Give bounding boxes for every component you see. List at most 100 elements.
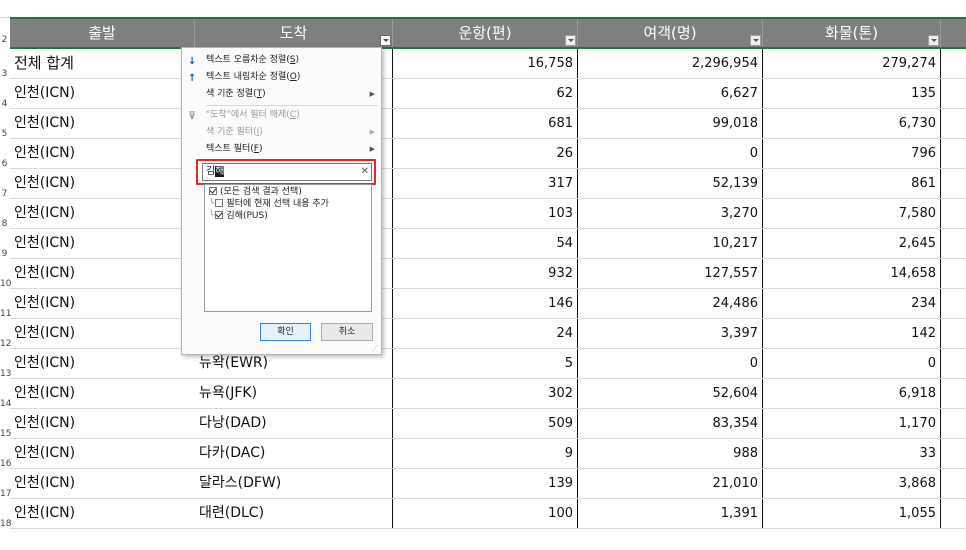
table-cell-origin[interactable]: 인천(ICN) (10, 499, 195, 528)
table-cell-flights[interactable]: 509 (393, 409, 578, 438)
table-cell-origin[interactable]: 인천(ICN) (10, 169, 195, 198)
table-cell-passengers[interactable]: 99,018 (578, 109, 763, 138)
menu-clear-filter[interactable]: ⊽ "도착"에서 필터 해제(C) (182, 107, 381, 124)
table-cell-passengers[interactable]: 988 (578, 439, 763, 468)
table-cell-cargo[interactable]: 796 (763, 139, 941, 168)
table-cell-cargo[interactable]: 1,055 (763, 499, 941, 528)
table-cell-origin[interactable]: 인천(ICN) (10, 289, 195, 318)
filter-dropdown-button-cargo[interactable] (928, 35, 939, 46)
table-cell-cargo[interactable]: 234 (763, 289, 941, 318)
header-passengers[interactable]: 여객(명) (578, 19, 763, 47)
table-cell-flights[interactable]: 932 (393, 259, 578, 288)
table-cell-cargo[interactable]: 7,580 (763, 199, 941, 228)
row-number[interactable]: 16 (0, 459, 11, 469)
table-cell-origin[interactable]: 인천(ICN) (10, 439, 195, 468)
header-destination[interactable]: 도착 (195, 19, 393, 47)
row-number[interactable]: 15 (0, 429, 11, 439)
table-cell-origin[interactable]: 인천(ICN) (10, 79, 195, 108)
filter-dropdown-button-destination[interactable] (380, 35, 391, 46)
menu-sort-by-color[interactable]: 색 기준 정렬(T) ▶ (182, 86, 381, 103)
table-cell-origin[interactable]: 인천(ICN) (10, 319, 195, 348)
table-cell-cargo[interactable]: 861 (763, 169, 941, 198)
menu-sort-ascending[interactable]: ↓ 텍스트 오름차순 정렬(S) (182, 52, 381, 69)
checkbox-unchecked-icon[interactable] (215, 199, 224, 207)
table-cell-cargo[interactable]: 2,645 (763, 229, 941, 258)
row-number[interactable]: 12 (0, 339, 11, 349)
menu-filter-by-color[interactable]: 색 기준 필터(I) ▶ (182, 124, 381, 141)
resize-grip-icon[interactable]: ⋰ (372, 344, 379, 352)
table-cell-origin[interactable]: 인천(ICN) (10, 349, 195, 378)
table-cell-origin[interactable]: 인천(ICN) (10, 109, 195, 138)
table-cell-dest[interactable]: 다카(DAC) (195, 439, 393, 468)
total-passengers[interactable]: 2,296,954 (578, 49, 763, 78)
table-cell-dest[interactable]: 달라스(DFW) (195, 469, 393, 498)
table-cell-flights[interactable]: 54 (393, 229, 578, 258)
row-number[interactable]: 18 (0, 519, 11, 529)
row-number[interactable]: 3 (0, 69, 9, 79)
table-cell-dest[interactable]: 다낭(DAD) (195, 409, 393, 438)
row-number[interactable]: 4 (0, 99, 9, 109)
table-cell-cargo[interactable]: 33 (763, 439, 941, 468)
table-cell-cargo[interactable]: 135 (763, 79, 941, 108)
row-number[interactable]: 17 (0, 489, 11, 499)
table-cell-passengers[interactable]: 1,391 (578, 499, 763, 528)
table-cell-cargo[interactable]: 142 (763, 319, 941, 348)
table-cell-passengers[interactable]: 24,486 (578, 289, 763, 318)
table-cell-flights[interactable]: 681 (393, 109, 578, 138)
table-cell-flights[interactable]: 5 (393, 349, 578, 378)
table-cell-origin[interactable]: 인천(ICN) (10, 259, 195, 288)
table-cell-passengers[interactable]: 127,557 (578, 259, 763, 288)
filter-value-list[interactable]: (모든 검색 결과 선택) └ 필터에 현재 선택 내용 추가 └ 김해(PUS) (204, 184, 372, 312)
row-number[interactable]: 10 (0, 279, 11, 289)
ok-button[interactable]: 확인 (260, 323, 311, 341)
table-cell-passengers[interactable]: 0 (578, 349, 763, 378)
table-cell-cargo[interactable]: 1,170 (763, 409, 941, 438)
table-cell-flights[interactable]: 62 (393, 79, 578, 108)
table-cell-passengers[interactable]: 52,604 (578, 379, 763, 408)
table-cell-origin[interactable]: 인천(ICN) (10, 139, 195, 168)
table-cell-flights[interactable]: 26 (393, 139, 578, 168)
table-cell-origin[interactable]: 인천(ICN) (10, 409, 195, 438)
total-cargo[interactable]: 279,274 (763, 49, 941, 78)
header-origin[interactable]: 출발 (10, 19, 195, 47)
filter-dropdown-button-flights[interactable] (565, 35, 576, 46)
row-number[interactable]: 7 (0, 189, 9, 199)
table-cell-passengers[interactable]: 21,010 (578, 469, 763, 498)
row-number[interactable]: 13 (0, 369, 11, 379)
table-cell-passengers[interactable]: 0 (578, 139, 763, 168)
table-cell-origin[interactable]: 인천(ICN) (10, 379, 195, 408)
table-cell-flights[interactable]: 139 (393, 469, 578, 498)
cancel-button[interactable]: 취소 (321, 323, 373, 341)
header-flights[interactable]: 운항(편) (393, 19, 578, 47)
table-cell-dest[interactable]: 뉴욕(JFK) (195, 379, 393, 408)
table-cell-cargo[interactable]: 3,868 (763, 469, 941, 498)
table-cell-cargo[interactable]: 14,658 (763, 259, 941, 288)
table-cell-origin[interactable]: 인천(ICN) (10, 199, 195, 228)
table-cell-passengers[interactable]: 52,139 (578, 169, 763, 198)
table-cell-cargo[interactable]: 6,730 (763, 109, 941, 138)
table-cell-passengers[interactable]: 6,627 (578, 79, 763, 108)
checkbox-checked-icon[interactable] (215, 211, 224, 219)
table-cell-flights[interactable]: 24 (393, 319, 578, 348)
row-number[interactable]: 5 (0, 129, 9, 139)
table-cell-passengers[interactable]: 3,270 (578, 199, 763, 228)
table-cell-flights[interactable]: 146 (393, 289, 578, 318)
row-number[interactable]: 8 (0, 219, 9, 229)
row-number[interactable]: 2 (0, 35, 9, 45)
table-cell-dest[interactable]: 대련(DLC) (195, 499, 393, 528)
total-label[interactable]: 전체 합계 (10, 49, 195, 78)
row-number[interactable]: 14 (0, 399, 11, 409)
table-cell-origin[interactable]: 인천(ICN) (10, 469, 195, 498)
table-cell-passengers[interactable]: 3,397 (578, 319, 763, 348)
checkbox-checked-icon[interactable] (209, 187, 217, 195)
total-flights[interactable]: 16,758 (393, 49, 578, 78)
filter-dropdown-button-passengers[interactable] (750, 35, 761, 46)
table-cell-flights[interactable]: 103 (393, 199, 578, 228)
table-cell-flights[interactable]: 317 (393, 169, 578, 198)
menu-text-filter[interactable]: 텍스트 필터(F) ▶ (182, 141, 381, 158)
table-cell-flights[interactable]: 302 (393, 379, 578, 408)
row-number[interactable]: 9 (0, 249, 9, 259)
row-number[interactable]: 6 (0, 159, 9, 169)
table-cell-cargo[interactable]: 6,918 (763, 379, 941, 408)
list-item-gimhae[interactable]: └ 김해(PUS) (209, 210, 268, 223)
